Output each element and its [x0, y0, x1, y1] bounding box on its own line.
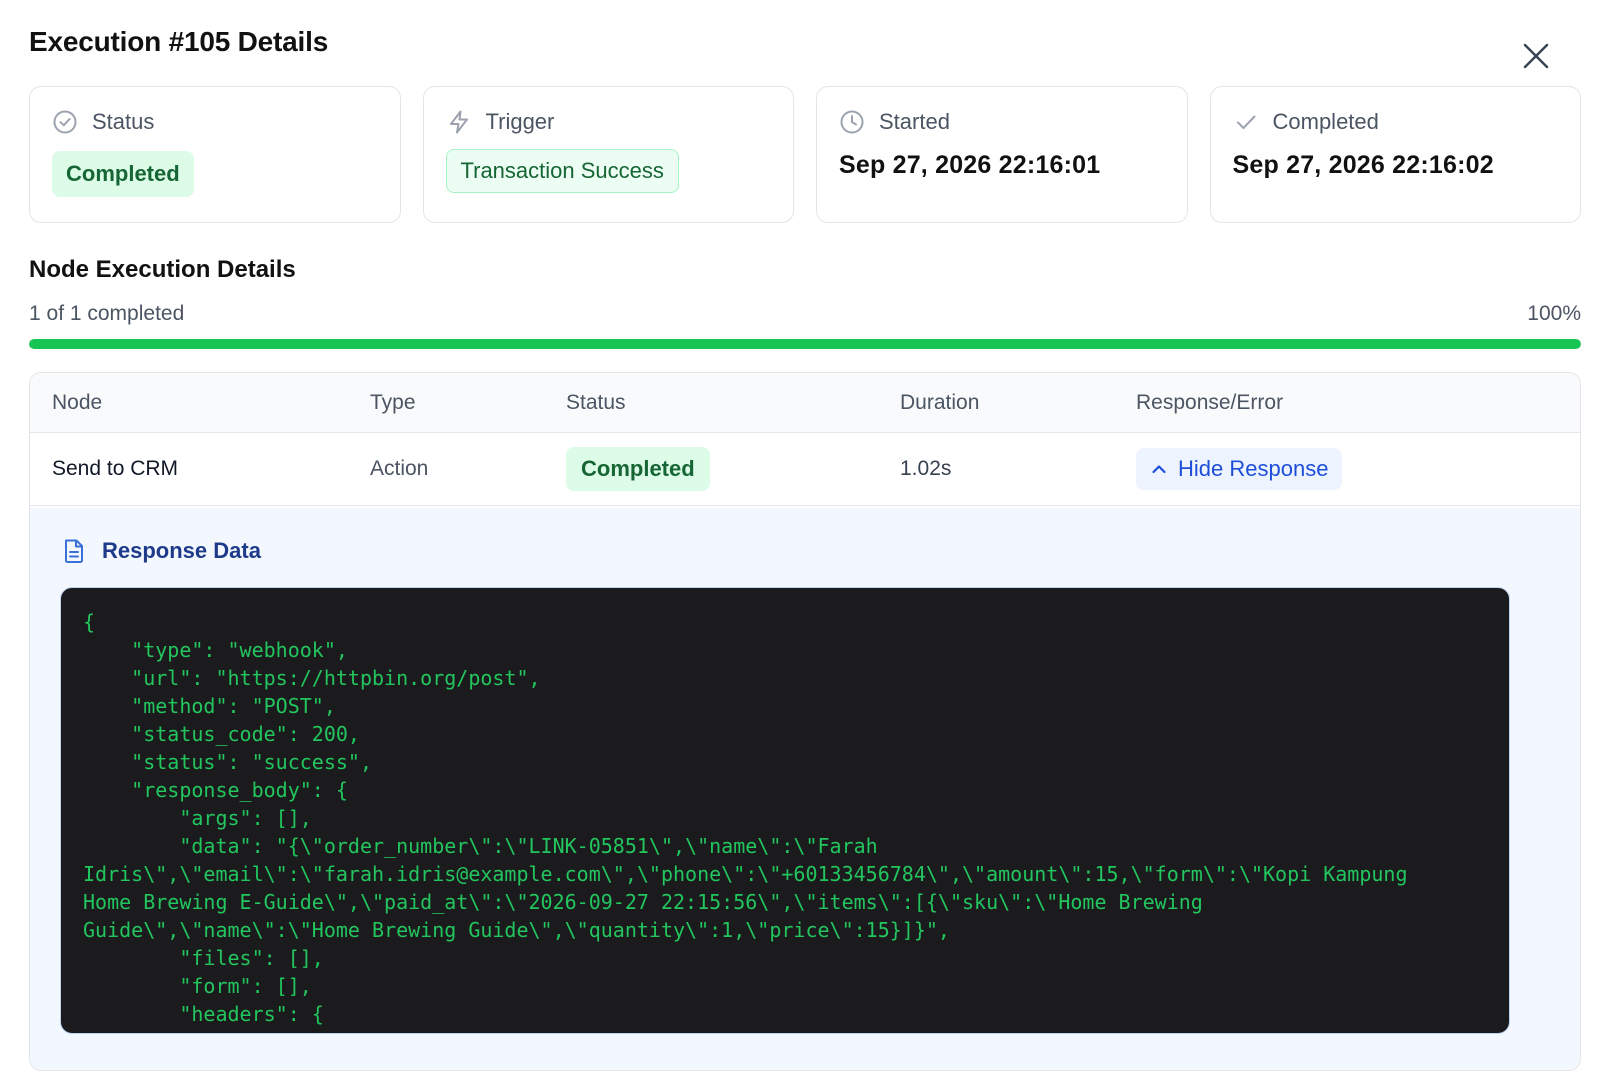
close-icon — [1523, 43, 1549, 69]
check-icon — [1236, 115, 1255, 129]
document-icon — [65, 539, 83, 563]
response-json: { "type": "webhook", "url": "https://htt… — [83, 610, 1408, 1026]
progress-text: 1 of 1 completed — [29, 302, 185, 325]
node-table: Node Type Status Duration Response/Error… — [29, 372, 1581, 1071]
trigger-card-label: Trigger — [485, 109, 555, 134]
node-status-badge: Completed — [566, 447, 710, 491]
progress-percent: 100% — [1527, 302, 1581, 325]
response-code-block[interactable]: { "type": "webhook", "url": "https://htt… — [60, 587, 1510, 1034]
node-section-title: Node Execution Details — [29, 256, 296, 283]
chevron-up-icon — [1152, 465, 1166, 474]
column-header-status: Status — [566, 390, 626, 414]
completed-time: Sep 27, 2026 22:16:02 — [1232, 151, 1494, 179]
started-card-label: Started — [879, 109, 950, 134]
completed-card-label: Completed — [1272, 109, 1379, 134]
clock-icon — [840, 110, 864, 134]
column-header-type: Type — [370, 390, 416, 414]
close-button[interactable] — [1522, 42, 1550, 70]
hide-response-button[interactable]: Hide Response — [1136, 448, 1343, 490]
table-row: Send to CRM Action Completed 1.02s Hide … — [30, 433, 1580, 506]
node-name: Send to CRM — [52, 457, 179, 480]
response-panel: Response Data { "type": "webhook", "url"… — [30, 508, 1580, 1070]
lightning-icon — [449, 110, 468, 134]
column-header-duration: Duration — [900, 390, 980, 414]
status-card: Status Completed — [29, 86, 401, 223]
summary-cards: Status Completed Trigger Transaction Suc… — [29, 86, 1581, 223]
check-circle-icon — [53, 110, 77, 134]
column-header-response: Response/Error — [1136, 390, 1284, 414]
trigger-card: Trigger Transaction Success — [422, 86, 794, 223]
response-header: Response Data — [62, 538, 261, 564]
hide-response-label: Hide Response — [1178, 456, 1329, 481]
modal-title: Execution #105 Details — [29, 26, 329, 57]
node-type: Action — [370, 457, 429, 480]
table-header: Node Type Status Duration Response/Error — [30, 373, 1580, 433]
completed-card: Completed Sep 27, 2026 22:16:02 — [1209, 86, 1581, 223]
execution-details-modal: Execution #105 Details Status Completed … — [0, 0, 1600, 1071]
status-card-label: Status — [92, 109, 155, 134]
response-title: Response Data — [102, 538, 261, 563]
node-duration: 1.02s — [900, 457, 952, 480]
progress-bar-fill — [29, 339, 1581, 349]
started-time: Sep 27, 2026 22:16:01 — [839, 151, 1101, 179]
status-badge: Completed — [52, 151, 194, 197]
trigger-badge: Transaction Success — [445, 149, 679, 193]
column-header-node: Node — [52, 390, 103, 414]
progress-bar — [29, 339, 1581, 349]
progress-labels: 1 of 1 completed 100% — [29, 302, 1581, 326]
started-card: Started Sep 27, 2026 22:16:01 — [816, 86, 1188, 223]
